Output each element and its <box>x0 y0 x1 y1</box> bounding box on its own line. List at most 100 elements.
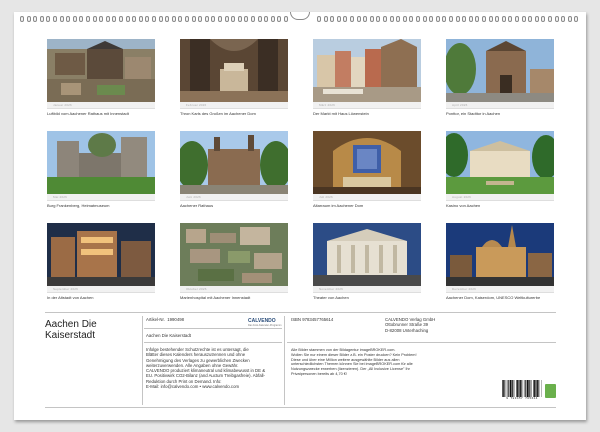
eco-leaf-icon <box>545 384 556 398</box>
market-square-photo <box>313 39 421 102</box>
photo-caption: In der Altstadt von Aachen <box>47 295 94 300</box>
binding-ring <box>244 16 249 22</box>
binding-ring <box>409 16 414 22</box>
binding-ring <box>284 16 288 22</box>
binding-ring <box>548 16 552 22</box>
binding-ring <box>264 16 269 22</box>
binding-ring <box>26 16 31 22</box>
barcode-bars <box>502 380 542 397</box>
binding-ring <box>132 16 137 22</box>
photo-caption: Der Markt mit Haus Löwenstein <box>313 111 369 116</box>
binding-ring <box>475 16 480 22</box>
mini-calendar-strip: Juli 2026 <box>313 194 421 201</box>
title-line-1: Aachen Die <box>45 319 97 330</box>
theatre-photo <box>313 223 421 286</box>
divider-2 <box>284 316 285 405</box>
mini-calendar-strip: September 2026 <box>47 286 155 293</box>
mini-calendar-strip: Dezember 2026 <box>446 286 554 293</box>
photo-caption: Theater von Aachen <box>313 295 349 300</box>
throne-photo <box>180 39 288 102</box>
barcode-number: 9 783457 765614 <box>506 397 538 400</box>
binding-ring <box>185 16 189 22</box>
cathedral-interior-photo <box>313 131 421 194</box>
binding-ring <box>363 16 368 22</box>
binding-ring <box>178 16 183 22</box>
binding-ring <box>356 16 361 22</box>
binding-ring <box>79 16 84 22</box>
binding-ring <box>482 16 486 22</box>
binding-ring <box>389 16 394 22</box>
binding-ring <box>158 16 163 22</box>
month-thumbnail: Juni 2026 Aachener Rathaus <box>180 131 288 208</box>
article-name: Aachen Die Kaiserstadt <box>146 333 191 338</box>
text-line: Ottobrunner Straße 39 <box>385 322 428 328</box>
month-thumbnail: September 2026 In der Altstadt von Aachen <box>47 223 155 300</box>
binding-ring <box>468 16 473 22</box>
binding-ring <box>277 16 282 22</box>
binding-ring <box>541 16 546 22</box>
month-label: Mai 2026 <box>53 195 67 199</box>
isbn: ISBN 9783457765614 <box>291 317 334 322</box>
binding-ring <box>376 16 381 22</box>
text-line: Privatpersonen bereits ab 4,70 €! <box>291 371 347 376</box>
binding-ring <box>59 16 64 22</box>
binding-ring <box>46 16 51 22</box>
binding-ring <box>501 16 506 22</box>
binding-ring <box>488 16 493 22</box>
photo-caption: Ponttor, ein Stadttor in Aachen <box>446 111 501 116</box>
barcode: 9 783457 765614 <box>502 380 542 402</box>
binding-ring <box>383 16 387 22</box>
aerial-hospital-photo <box>180 223 288 286</box>
binding-ring <box>105 16 110 22</box>
binding-ring <box>554 16 559 22</box>
binding-ring <box>20 16 24 22</box>
mini-calendar-strip: Januar 2026 <box>47 102 155 109</box>
binding-ring <box>350 16 354 22</box>
month-thumbnail: Dezember 2026 Aachener Dom, Kaiserdom, UN… <box>446 223 554 300</box>
binding-ring <box>251 16 255 22</box>
binding-ring <box>508 16 513 22</box>
binding-ring <box>211 16 216 22</box>
photo-caption: Luftbild vom Aachener Rathaus mit Innens… <box>47 111 129 116</box>
publisher-rule <box>287 342 556 343</box>
notice-left: Infolge bestehender Schutzrechte ist es … <box>146 347 282 389</box>
month-thumbnail: November 2026 Theater von Aachen <box>313 223 421 300</box>
month-label: Januar 2026 <box>53 103 72 107</box>
month-thumbnail: April 2026 Ponttor, ein Stadttor in Aache… <box>446 39 554 116</box>
binding-ring <box>92 16 97 22</box>
binding-ring <box>462 16 467 22</box>
city-gate-photo <box>446 39 554 102</box>
binding-ring <box>561 16 566 22</box>
mini-calendar-strip: April 2026 <box>446 102 554 109</box>
calendar-title: Aachen Die Kaiserstadt <box>45 319 97 341</box>
binding-ring <box>218 16 222 22</box>
binding-ring <box>317 16 321 22</box>
photo-caption: Thron Karls des Großen im Aachener Dom <box>180 111 256 116</box>
publisher-address: CALVENDO Verlag GmbH Ottobrunner Straße 3… <box>385 317 435 333</box>
calendar-sheet: Januar 2026 Luftbild vom Aachener Rathaus… <box>14 12 586 420</box>
bottom-rule <box>45 407 556 408</box>
month-label: Oktober 2026 <box>186 287 207 291</box>
binding-ring <box>145 16 150 22</box>
month-thumbnail: Oktober 2026 Marienhospital mit Aachener … <box>180 223 288 300</box>
binding-ring <box>257 16 262 22</box>
month-label: April 2026 <box>452 103 468 107</box>
month-label: Dezember 2026 <box>452 287 476 291</box>
binding-ring <box>204 16 209 22</box>
cathedral-night-photo <box>446 223 554 286</box>
photo-caption: Kasino von Aachen <box>446 203 481 208</box>
binding-ring <box>323 16 328 22</box>
binding-ring <box>534 16 539 22</box>
month-thumbnail: März 2026 Der Markt mit Haus Löwenstein <box>313 39 421 116</box>
month-label: Februar 2026 <box>186 103 207 107</box>
binding-ring <box>402 16 407 22</box>
mini-calendar-strip: Oktober 2026 <box>180 286 288 293</box>
text-line: D-82008 Unterhaching <box>385 327 429 333</box>
binding-ring <box>369 16 374 22</box>
binding-ring <box>33 16 38 22</box>
binding-ring <box>53 16 57 22</box>
binding-ring <box>343 16 348 22</box>
title-line-2: Kaiserstadt <box>45 330 96 341</box>
article-number: Artikel-Nr. 1990498 <box>146 317 184 322</box>
binding-ring <box>171 16 176 22</box>
